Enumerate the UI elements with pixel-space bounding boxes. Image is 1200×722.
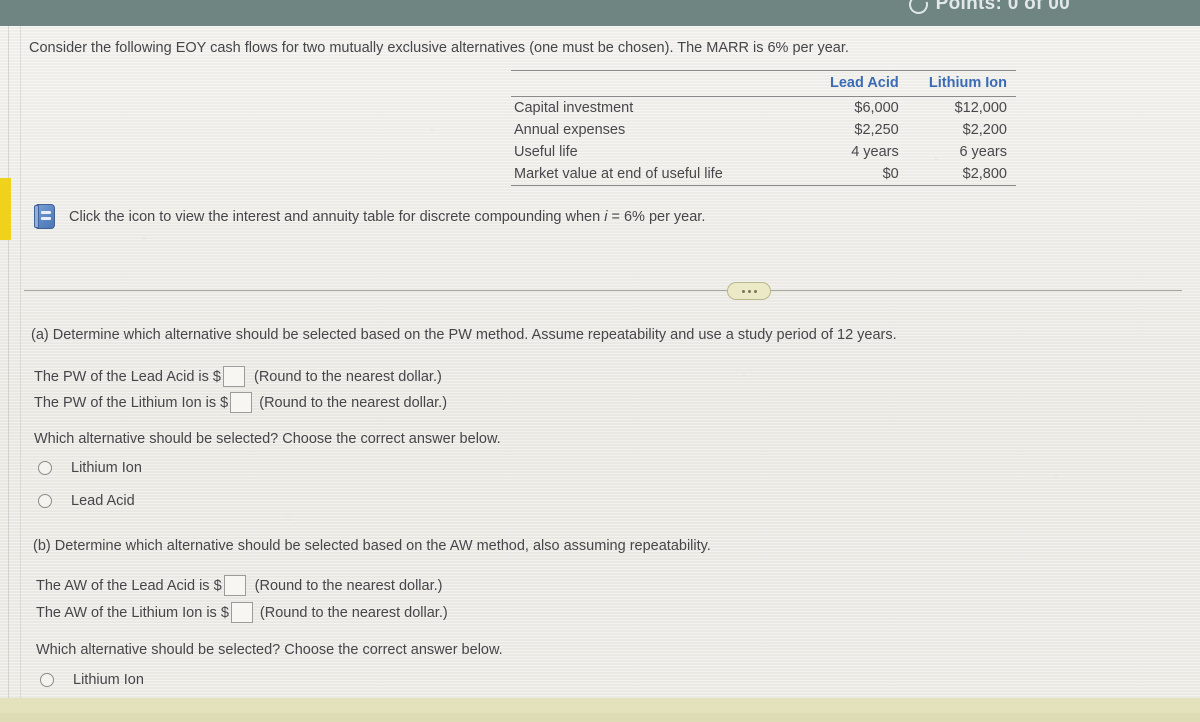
cell-market-value-lead-acid: $0 <box>882 166 899 182</box>
refresh-icon[interactable] <box>908 0 931 17</box>
radio-icon[interactable] <box>40 673 54 687</box>
table-row: Capital investment $6,000 $12,000 <box>511 97 1016 120</box>
part-b-aw-lithium-ion-hint: (Round to the nearest dollar.) <box>259 604 448 621</box>
link-text-after: = 6% per year. <box>607 208 706 225</box>
cell-capital-investment-lead-acid: $6,000 <box>854 100 899 116</box>
radio-icon[interactable] <box>38 461 52 475</box>
interest-table-link-text: Click the icon to view the interest and … <box>69 209 705 225</box>
row-label-capital-investment: Capital investment <box>514 100 634 116</box>
cell-annual-expenses-lithium-ion: $2,200 <box>962 122 1007 138</box>
left-gutter-rule-outer <box>8 26 9 722</box>
part-a-pw-lead-acid-input[interactable] <box>223 366 245 387</box>
points-label: Points: 0 of 00 <box>935 0 1070 14</box>
table-row: Market value at end of useful life $0 $2… <box>511 163 1016 186</box>
cell-annual-expenses-lead-acid: $2,250 <box>854 122 899 138</box>
ellipsis-button[interactable] <box>727 282 771 300</box>
book-icon[interactable] <box>34 204 56 229</box>
cell-useful-life-lithium-ion: 6 years <box>959 144 1007 160</box>
part-a-pw-lithium-ion-line: The PW of the Lithium Ion is $ (Round to… <box>34 392 447 413</box>
interest-table-link[interactable]: Click the icon to view the interest and … <box>34 204 705 229</box>
part-a-pw-lead-acid-hint: (Round to the nearest dollar.) <box>254 368 442 385</box>
table-header-row: Lead Acid Lithium Ion <box>511 70 1016 97</box>
part-a-pw-lead-acid-label: The PW of the Lead Acid is $ <box>34 368 221 385</box>
part-b-choose-prompt: Which alternative should be selected? Ch… <box>36 642 503 658</box>
table-header-blank <box>511 71 802 97</box>
left-gutter-rule-inner <box>20 26 21 722</box>
part-b-aw-lead-acid-input[interactable] <box>223 575 246 596</box>
part-b-aw-lithium-ion-input[interactable] <box>230 602 253 623</box>
cell-market-value-lithium-ion: $2,800 <box>962 166 1007 182</box>
bottom-band-lower <box>0 713 1200 722</box>
part-b-option-lithium-ion-label: Lithium Ion <box>73 672 144 688</box>
left-yellow-marker <box>0 178 11 240</box>
section-divider <box>24 290 1182 291</box>
part-a-option-lithium-ion[interactable]: Lithium Ion <box>38 460 142 476</box>
part-b-aw-lithium-ion-label: The AW of the Lithium Ion is $ <box>36 604 229 621</box>
table-row: Annual expenses $2,250 $2,200 <box>511 119 1016 141</box>
table-header-lead-acid: Lead Acid <box>829 75 899 91</box>
row-label-market-value: Market value at end of useful life <box>514 166 723 182</box>
table-row: Useful life 4 years 6 years <box>511 141 1016 163</box>
table-body: Capital investment $6,000 $12,000 Annual… <box>511 97 1016 186</box>
question-page: Consider the following EOY cash flows fo… <box>0 26 1200 722</box>
part-a-pw-lithium-ion-label: The PW of the Lithium Ion is $ <box>34 394 229 411</box>
part-b-aw-lead-acid-label: The AW of the Lead Acid is $ <box>36 577 222 594</box>
part-a-choose-prompt: Which alternative should be selected? Ch… <box>34 431 501 447</box>
part-b-option-lithium-ion[interactable]: Lithium Ion <box>40 672 144 688</box>
link-text-before: Click the icon to view the interest and … <box>69 208 605 225</box>
cell-capital-investment-lithium-ion: $12,000 <box>954 100 1007 116</box>
part-b-aw-lead-acid-line: The AW of the Lead Acid is $ (Round to t… <box>36 575 442 596</box>
part-a-option-lead-acid[interactable]: Lead Acid <box>38 493 135 509</box>
cell-useful-life-lead-acid: 4 years <box>851 144 899 160</box>
row-label-useful-life: Useful life <box>514 144 578 160</box>
problem-statement: Consider the following EOY cash flows fo… <box>29 40 849 56</box>
points-indicator: Points: 0 of 00 <box>908 0 1070 26</box>
ellipsis-dot <box>741 289 745 293</box>
table-header-lithium-ion: Lithium Ion <box>928 75 1007 91</box>
table-head: Lead Acid Lithium Ion <box>511 70 1016 97</box>
part-a-option-lithium-ion-label: Lithium Ion <box>71 460 142 476</box>
part-a-pw-lithium-ion-input[interactable] <box>230 392 253 413</box>
radio-icon[interactable] <box>38 494 52 508</box>
part-a-pw-lead-acid-line: The PW of the Lead Acid is $ (Round to t… <box>34 366 442 387</box>
part-a-option-lead-acid-label: Lead Acid <box>71 493 135 509</box>
ellipsis-dot <box>747 289 751 293</box>
part-b-aw-lead-acid-hint: (Round to the nearest dollar.) <box>254 577 443 594</box>
ellipsis-dot <box>753 289 757 293</box>
part-a-pw-lithium-ion-hint: (Round to the nearest dollar.) <box>259 394 448 411</box>
part-b-aw-lithium-ion-line: The AW of the Lithium Ion is $ (Round to… <box>36 602 448 623</box>
row-label-annual-expenses: Annual expenses <box>514 122 626 138</box>
part-a-question: (a) Determine which alternative should b… <box>31 327 897 343</box>
cash-flow-table: Lead Acid Lithium Ion Capital investment… <box>511 70 1016 186</box>
part-b-question: (b) Determine which alternative should b… <box>33 538 711 554</box>
top-app-bar: Points: 0 of 00 <box>0 0 1200 26</box>
